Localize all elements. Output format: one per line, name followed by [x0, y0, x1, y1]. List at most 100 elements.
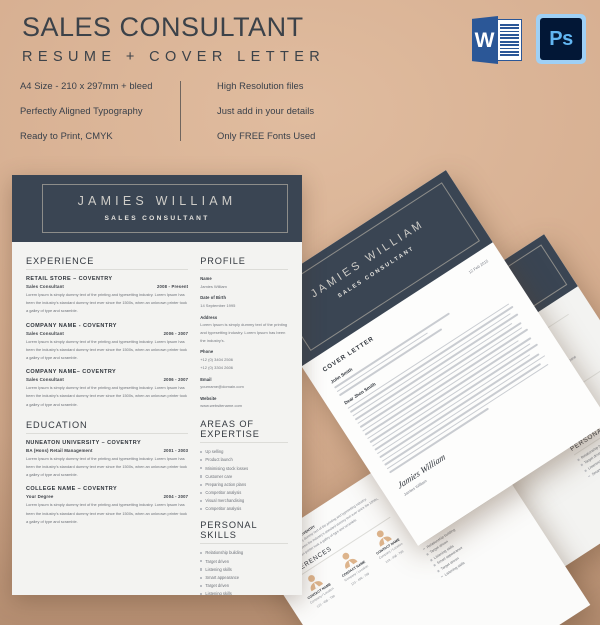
education-item: COLLEGE NAME – COVENTRY Your Degree 2004…: [26, 486, 188, 526]
section-heading-profile: PROFILE: [200, 256, 288, 270]
profile-field: Website www.websitename.com: [200, 396, 288, 410]
photoshop-icon-inner: Ps: [540, 18, 582, 60]
format-badges: W Ps: [472, 14, 586, 66]
education-item: NUNEATON UNIVERSITY – COVENTRY BA (Hons)…: [26, 440, 188, 480]
skill-item: Listening skills: [200, 567, 288, 572]
experience-dates: 2006 - 2007: [163, 377, 189, 383]
section-heading-education: EDUCATION: [26, 420, 189, 434]
profile-field: Name Jamies William: [200, 276, 288, 290]
expertise-label: Up selling: [205, 449, 224, 455]
profile-label: Date of Birth: [200, 295, 227, 301]
resume-left-column: EXPERIENCE RETAIL STORE – COVENTRY Sales…: [26, 256, 189, 595]
skill-label: Listening skills: [205, 591, 232, 595]
experience-company: COMPANY NAME– COVENTRY: [26, 369, 117, 376]
section-heading-skills: PERSONAL SKILLS: [200, 520, 288, 545]
skill-item: Listening skills: [200, 591, 288, 595]
profile-label: Phone: [200, 349, 214, 355]
section-heading-experience: EXPERIENCE: [26, 256, 189, 270]
skill-label: Listening skills: [205, 566, 232, 572]
education-description: Lorem Ipsum is simply dummy text of the …: [26, 502, 187, 524]
expertise-item: Competitor analysis: [200, 506, 288, 511]
word-icon-letter: W: [472, 16, 498, 64]
profile-label: Email: [200, 376, 212, 382]
page-title: SALES CONSULTANT: [22, 12, 304, 42]
expertise-item: Minimising stock losses: [200, 466, 288, 471]
profile-field: Phone +12 (0) 3404 2506 +12 (0) 3304 260…: [200, 349, 288, 371]
skill-label: Smart appearance: [205, 575, 240, 581]
section-heading-expertise: AREAS OF EXPERTISE: [200, 419, 288, 444]
feature-list: A4 Size - 210 x 297mm + bleed Perfectly …: [20, 80, 315, 141]
profile-label: Website: [200, 395, 217, 401]
feature-item: High Resolution files: [217, 80, 304, 91]
profile-value: yourname@domain.com: [200, 384, 244, 390]
expertise-item: Competitor analysis: [200, 490, 288, 495]
experience-description: Lorem Ipsum is simply dummy text of the …: [26, 385, 187, 407]
microsoft-word-icon: W: [472, 14, 524, 66]
education-dates: 2004 - 2007: [163, 494, 189, 500]
resume-name: JAMIES WILLIAM: [77, 194, 237, 208]
resume-header-band: JAMIES WILLIAM SALES CONSULTANT: [12, 175, 302, 242]
photoshop-icon-glyph: Ps: [549, 27, 573, 50]
resume-body: EXPERIENCE RETAIL STORE – COVENTRY Sales…: [12, 242, 302, 595]
skill-label: Relationship building: [205, 550, 244, 556]
profile-field: Date of Birth 14 September 1995: [200, 295, 288, 309]
mockup-canvas: SALES CONSULTANT RESUME + COVER LETTER A…: [0, 0, 600, 625]
profile-value: www.websitename.com: [200, 403, 243, 409]
feature-divider: [180, 80, 181, 141]
page-header: SALES CONSULTANT RESUME + COVER LETTER: [22, 12, 325, 66]
skill-label: Target driven: [205, 583, 230, 589]
experience-item: COMPANY NAME– COVENTRY Sales Consultant …: [26, 369, 188, 409]
education-dates: 2001 - 2003: [163, 447, 189, 453]
education-school: NUNEATON UNIVERSITY – COVENTRY: [26, 439, 142, 446]
profile-value: Jamies William: [200, 283, 227, 289]
experience-title: Sales Consultant: [26, 330, 65, 336]
profile-field: Address Lorem Ipsum is simply dummy text…: [200, 315, 288, 345]
feature-item: Only FREE Fonts Used: [217, 130, 316, 141]
experience-dates: 2006 - 2007: [163, 330, 189, 336]
feature-item: Perfectly Aligned Typography: [20, 105, 143, 116]
profile-value: +12 (0) 3404 2506 +12 (0) 3304 2606: [200, 356, 234, 370]
word-icon-glyph: W: [474, 28, 495, 52]
expertise-label: Customer care: [205, 473, 233, 479]
experience-company: COMPANY NAME - COVENTRY: [26, 322, 117, 329]
profile-label: Name: [200, 276, 212, 281]
expertise-label: Minimising stock losses: [205, 465, 249, 471]
expertise-item: Preparing action plans: [200, 482, 288, 487]
experience-description: Lorem Ipsum is simply dummy text of the …: [26, 338, 187, 361]
feature-column-left: A4 Size - 210 x 297mm + bleed Perfectly …: [20, 80, 168, 141]
resume-role: SALES CONSULTANT: [104, 215, 210, 222]
skill-item: Relationship building: [200, 550, 288, 555]
feature-item: A4 Size - 210 x 297mm + bleed: [20, 80, 153, 91]
expertise-item: Product launch: [200, 457, 288, 462]
expertise-label: Preparing action plans: [205, 481, 247, 487]
word-icon-page: [497, 19, 522, 61]
profile-value: 14 September 1995: [200, 302, 236, 308]
skill-item: Target driven: [200, 583, 288, 588]
profile-field: Email yourname@domain.com: [200, 377, 288, 391]
experience-title: Sales Consultant: [26, 377, 65, 383]
feature-item: Just add in your details: [217, 105, 315, 116]
profile-value: Lorem Ipsum is simply dummy text of the …: [200, 322, 288, 343]
experience-item: COMPANY NAME - COVENTRY Sales Consultant…: [26, 323, 188, 363]
skill-item: Target driven: [200, 559, 288, 564]
expertise-item: Visual merchandising: [200, 498, 288, 503]
expertise-label: Competitor analysis: [205, 506, 242, 512]
profile-label: Address: [200, 314, 218, 320]
experience-description: Lorem Ipsum is simply dummy text of the …: [26, 292, 187, 314]
skill-label: Target driven: [205, 558, 230, 564]
experience-title: Sales Consultant: [26, 284, 65, 289]
experience-company: RETAIL STORE – COVENTRY: [26, 276, 113, 282]
education-school: COLLEGE NAME – COVENTRY: [26, 486, 118, 493]
expertise-label: Competitor analysis: [205, 490, 242, 496]
education-description: Lorem Ipsum is simply dummy text of the …: [26, 455, 187, 478]
expertise-item: Up selling: [200, 449, 288, 454]
experience-item: RETAIL STORE – COVENTRY Sales Consultant…: [26, 276, 188, 316]
experience-dates: 2008 - Present: [157, 284, 189, 289]
feature-item: Ready to Print, CMYK: [20, 130, 113, 141]
feature-column-right: High Resolution files Just add in your d…: [181, 80, 315, 141]
photoshop-icon: Ps: [536, 14, 586, 64]
resume-right-column: PROFILE Name Jamies William Date of Birt…: [200, 256, 288, 595]
resume-page-front: JAMIES WILLIAM SALES CONSULTANT EXPERIEN…: [12, 175, 302, 595]
skill-item: Smart appearance: [200, 575, 288, 580]
expertise-item: Customer care: [200, 474, 288, 479]
